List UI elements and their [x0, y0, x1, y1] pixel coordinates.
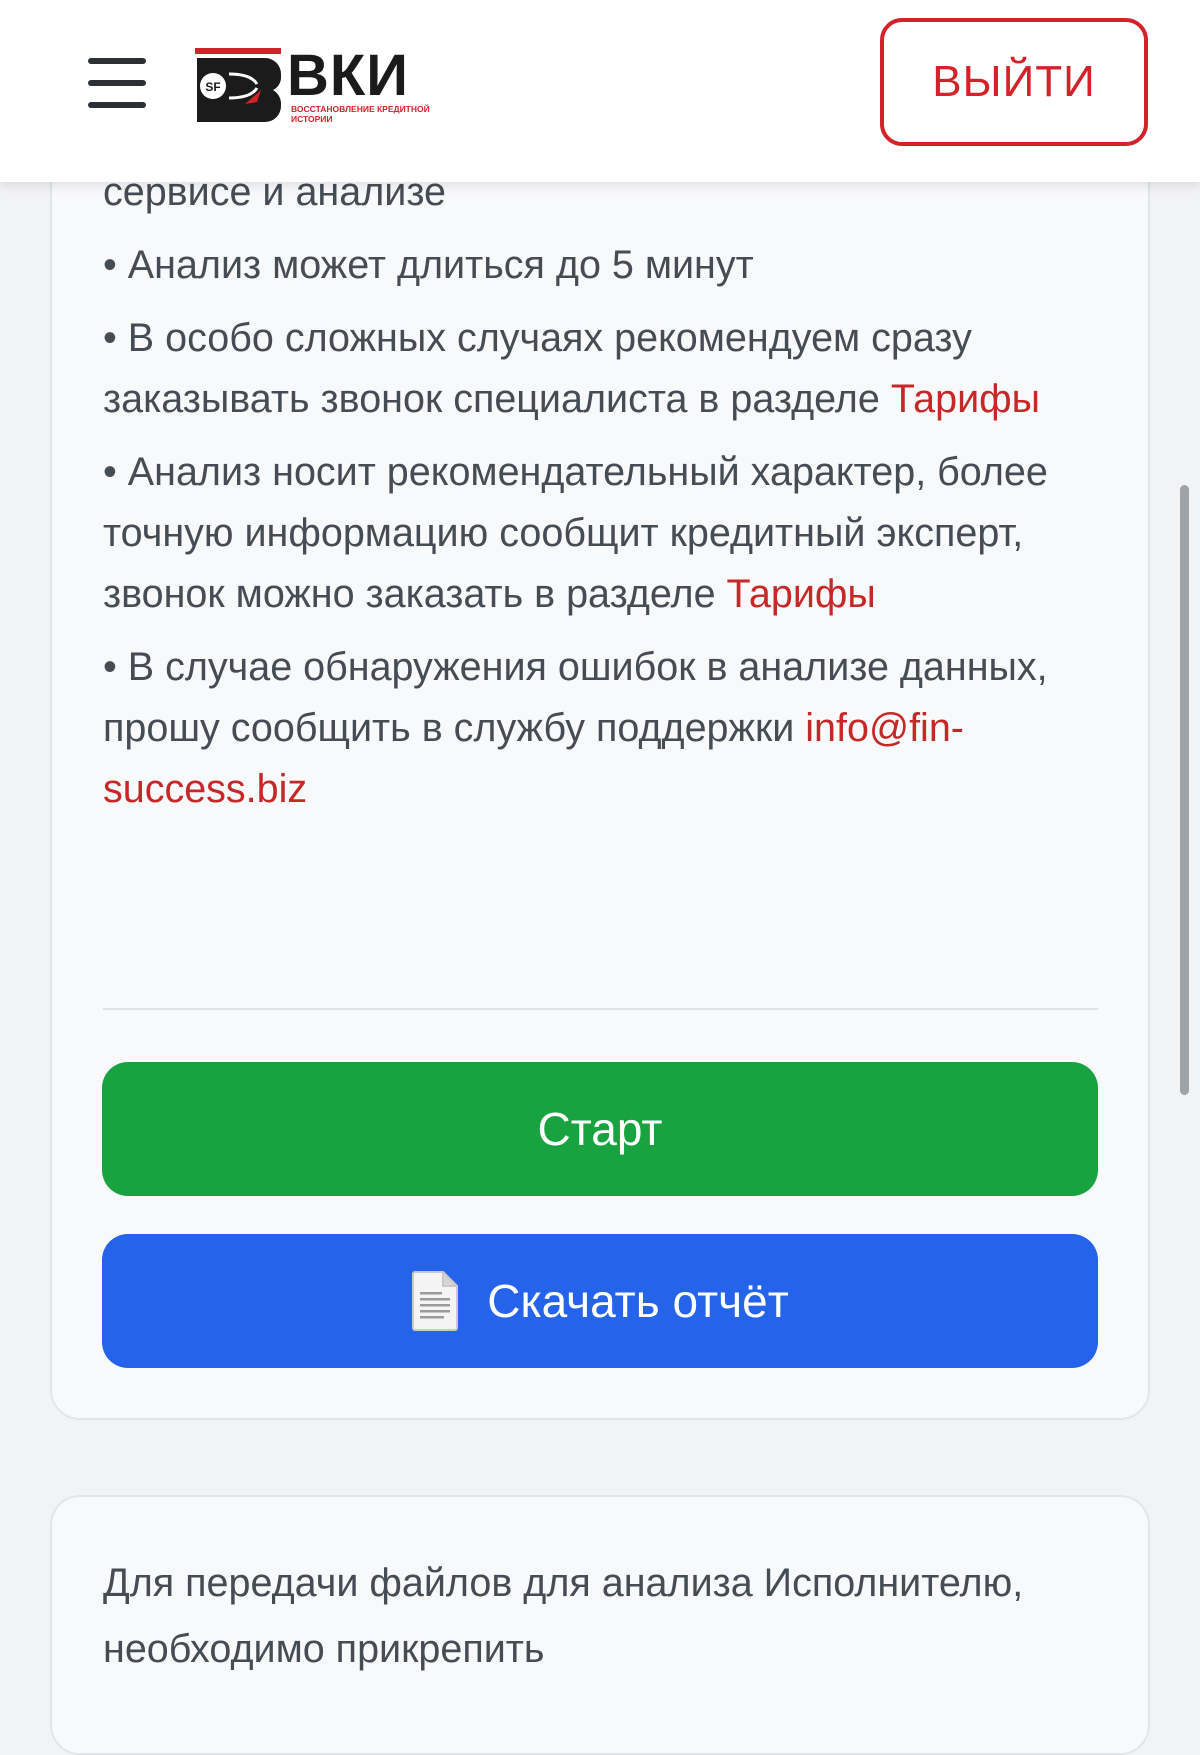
bullet-duration: • Анализ может длиться до 5 минут	[103, 243, 754, 287]
tariffs-link[interactable]: Тарифы	[727, 572, 876, 616]
logo-badge: SF	[205, 80, 220, 94]
divider	[103, 1008, 1098, 1010]
logout-button[interactable]: ВЫЙТИ	[880, 18, 1148, 146]
hamburger-menu-icon[interactable]	[88, 58, 146, 108]
tariffs-link[interactable]: Тарифы	[891, 377, 1040, 421]
bullet-recommendation-text: • Анализ носит рекомендательный характер…	[103, 450, 1048, 616]
analysis-info-text: сервисе и анализе • Анализ может длиться…	[103, 162, 1103, 832]
logo-emblem-icon: SF	[195, 48, 282, 122]
start-button-label: Старт	[537, 1103, 663, 1155]
bullet-support: • В случае обнаружения ошибок в анализе …	[103, 637, 1103, 820]
file-upload-instructions: Для передачи файлов для анализа Исполнит…	[103, 1561, 1024, 1671]
logout-button-label: ВЫЙТИ	[932, 57, 1096, 106]
download-report-button[interactable]: Скачать отчёт	[102, 1234, 1098, 1368]
logo-subtitle: ВОССТАНОВЛЕНИЕ КРЕДИТНОЙ ИСТОРИИ	[291, 104, 430, 124]
scrollbar-thumb[interactable]	[1180, 485, 1189, 1095]
bullet-complex-cases-text: • В особо сложных случаях рекомендуем ср…	[103, 316, 972, 421]
bullet-recommendation: • Анализ носит рекомендательный характер…	[103, 442, 1103, 625]
bullet-complex-cases: • В особо сложных случаях рекомендуем ср…	[103, 308, 1103, 430]
top-header: SF ВКИ ВОССТАНОВЛЕНИЕ КРЕДИТНОЙ ИСТОРИИ …	[0, 0, 1200, 182]
document-icon	[411, 1270, 461, 1332]
logo-text: ВКИ	[287, 43, 409, 108]
download-report-label: Скачать отчёт	[487, 1275, 789, 1327]
start-button[interactable]: Старт	[102, 1062, 1098, 1196]
logo[interactable]: SF ВКИ ВОССТАНОВЛЕНИЕ КРЕДИТНОЙ ИСТОРИИ	[195, 44, 455, 124]
